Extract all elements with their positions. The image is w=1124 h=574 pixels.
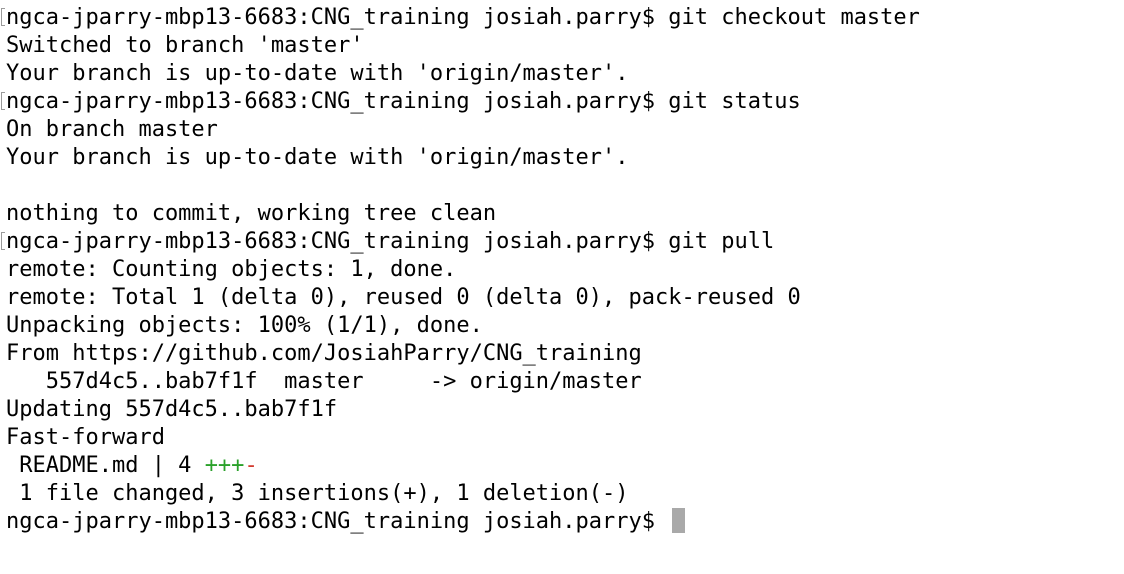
terminal-line: On branch master [0,116,1124,144]
terminal-line: remote: Counting objects: 1, done. [0,256,1124,284]
prompt-mark [1,232,5,250]
diffstat-additions: +++ [204,453,245,478]
prompt-mark [1,92,5,110]
terminal-line: nothing to commit, working tree clean [0,200,1124,228]
terminal-line: Your branch is up-to-date with 'origin/m… [0,60,1124,88]
terminal-window[interactable]: ngca-jparry-mbp13-6683:CNG_training josi… [0,0,1124,574]
terminal-line: Your branch is up-to-date with 'origin/m… [0,144,1124,172]
output-text: Switched to branch 'master' [6,33,364,58]
diffstat-deletions: - [244,453,258,478]
current-prompt-line[interactable]: ngca-jparry-mbp13-6683:CNG_training josi… [0,508,1124,536]
diffstat-line: README.md | 4 +++- [0,452,1124,480]
terminal-line: Switched to branch 'master' [0,32,1124,60]
terminal-line: Fast-forward [0,424,1124,452]
terminal-line: 557d4c5..bab7f1f master -> origin/master [0,368,1124,396]
text-cursor [672,508,686,533]
output-text: Fast-forward [6,425,165,450]
terminal-line: Unpacking objects: 100% (1/1), done. [0,312,1124,340]
output-text: remote: Total 1 (delta 0), reused 0 (del… [6,285,801,310]
terminal-output: ngca-jparry-mbp13-6683:CNG_training josi… [0,4,1124,536]
terminal-line: remote: Total 1 (delta 0), reused 0 (del… [0,284,1124,312]
summary-text: 1 file changed, 3 insertions(+), 1 delet… [6,481,629,506]
output-text: nothing to commit, working tree clean [6,201,497,226]
command-text: ngca-jparry-mbp13-6683:CNG_training josi… [6,5,920,30]
output-text: Unpacking objects: 100% (1/1), done. [6,313,483,338]
output-text: From https://github.com/JosiahParry/CNG_… [6,341,642,366]
terminal-line: ngca-jparry-mbp13-6683:CNG_training josi… [0,88,1124,116]
terminal-line: ngca-jparry-mbp13-6683:CNG_training josi… [0,228,1124,256]
summary-line: 1 file changed, 3 insertions(+), 1 delet… [0,480,1124,508]
diffstat-file: README.md | 4 [6,453,205,478]
output-text: On branch master [6,117,218,142]
output-text: 557d4c5..bab7f1f master -> origin/master [6,369,642,394]
command-text: ngca-jparry-mbp13-6683:CNG_training josi… [6,89,801,114]
prompt-mark [1,8,5,26]
terminal-line: ngca-jparry-mbp13-6683:CNG_training josi… [0,4,1124,32]
terminal-line: From https://github.com/JosiahParry/CNG_… [0,340,1124,368]
terminal-line: Updating 557d4c5..bab7f1f [0,396,1124,424]
output-text: remote: Counting objects: 1, done. [6,257,457,282]
output-text: Updating 557d4c5..bab7f1f [6,397,338,422]
command-text: ngca-jparry-mbp13-6683:CNG_training josi… [6,229,775,254]
output-text: Your branch is up-to-date with 'origin/m… [6,61,629,86]
output-text: Your branch is up-to-date with 'origin/m… [6,145,629,170]
current-prompt: ngca-jparry-mbp13-6683:CNG_training josi… [6,509,669,534]
